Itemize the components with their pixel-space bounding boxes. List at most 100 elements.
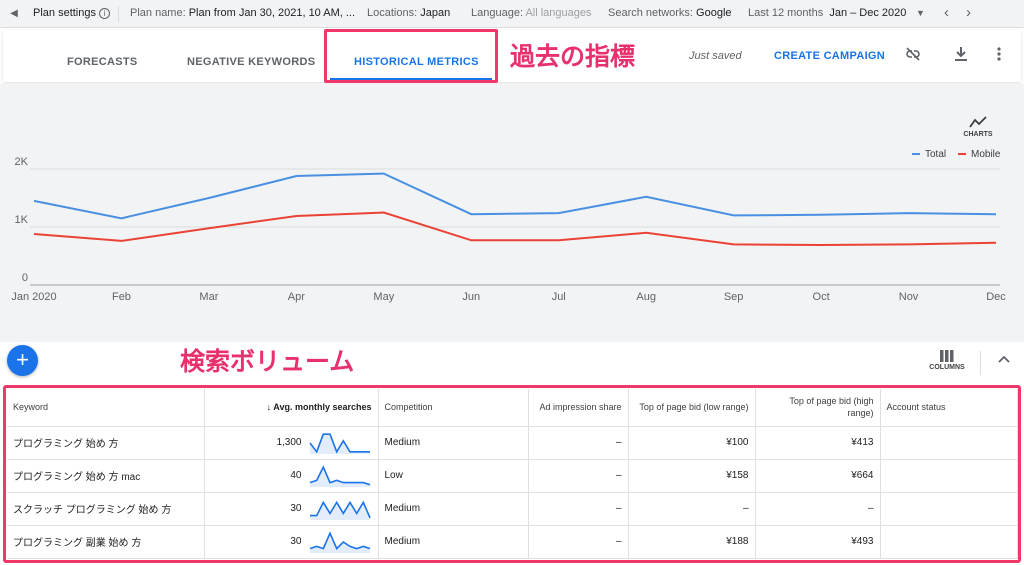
table-row[interactable]: プログラミング 副業 始め 方 30 Medium – ¥188 ¥493	[7, 525, 1018, 559]
add-keyword-button[interactable]: +	[7, 345, 38, 376]
table-row[interactable]: プログラミング 始め 方 mac 40 Low – ¥158 ¥664	[7, 459, 1018, 493]
plan-name-value: Plan from Jan 30, 2021, 10 AM, ...	[188, 7, 356, 19]
highlight-box-table: Keyword ↓ Avg. monthly searches Competit…	[3, 385, 1021, 563]
legend-item-mobile[interactable]: Mobile	[958, 149, 1000, 160]
avg-searches-header-label: Avg. monthly searches	[273, 402, 372, 413]
column-header-competition[interactable]: Competition	[378, 389, 529, 427]
period-value: Jan – Dec 2020	[829, 7, 907, 19]
locations-value: Japan	[420, 7, 451, 19]
plus-icon: +	[16, 347, 29, 372]
charts-button[interactable]: CHARTS	[962, 115, 994, 138]
avg-searches-value: 40	[290, 470, 302, 481]
column-header-avg-searches[interactable]: ↓ Avg. monthly searches	[204, 389, 379, 427]
table-header-row: Keyword ↓ Avg. monthly searches Competit…	[7, 389, 1018, 427]
networks-setting[interactable]: Search networks: Google	[608, 7, 732, 19]
tab-negative-keywords[interactable]: NEGATIVE KEYWORDS	[187, 56, 315, 68]
previous-period-icon[interactable]: ‹	[944, 4, 949, 21]
next-period-icon[interactable]: ›	[966, 4, 971, 21]
locations-setting[interactable]: Locations: Japan	[367, 7, 450, 19]
divider	[118, 6, 119, 22]
bid-high-cell: –	[755, 492, 881, 526]
networks-label: Search networks:	[608, 7, 693, 19]
y-tick-label: 2K	[15, 156, 29, 168]
bid-high-cell: ¥493	[755, 525, 881, 559]
column-header-bid-high[interactable]: Top of page bid (high range)	[755, 389, 881, 427]
x-tick-label: Nov	[899, 291, 919, 303]
account-status-cell	[880, 459, 1018, 493]
keyword-cell: プログラミング 副業 始め 方	[7, 525, 205, 559]
more-vert-icon[interactable]	[996, 45, 1002, 68]
x-tick-label: Mar	[199, 291, 218, 303]
x-tick-label: Feb	[112, 291, 131, 303]
annotation-search-volume: 検索ボリューム	[180, 348, 355, 376]
date-range-setting[interactable]: Last 12 months Jan – Dec 2020	[748, 7, 906, 19]
plan-name-label: Plan name:	[130, 7, 186, 19]
bid-low-cell: ¥100	[628, 426, 756, 460]
competition-cell: Medium	[378, 492, 529, 526]
account-status-cell	[880, 525, 1018, 559]
x-tick-label: Jun	[462, 291, 480, 303]
trend-sparkline[interactable]	[308, 496, 372, 522]
avg-searches-value: 30	[290, 536, 302, 547]
account-status-cell	[880, 492, 1018, 526]
networks-value: Google	[696, 7, 732, 19]
table-row[interactable]: プログラミング 始め 方 1,300 Medium – ¥100 ¥413	[7, 426, 1018, 460]
date-dropdown-icon[interactable]: ▼	[916, 8, 925, 18]
save-status: Just saved	[689, 50, 742, 62]
competition-cell: Low	[378, 459, 529, 493]
tab-forecasts[interactable]: FORECASTS	[67, 56, 138, 68]
column-header-bid-low[interactable]: Top of page bid (low range)	[628, 389, 756, 427]
keyword-cell: プログラミング 始め 方	[7, 426, 205, 460]
chart-panel: 0 1K 2K Jan 2020 Feb Mar Apr May Jun Jul Aug Sep Oct…	[0, 84, 1024, 342]
locations-label: Locations:	[367, 7, 418, 19]
trend-line-icon	[969, 116, 987, 128]
download-icon[interactable]	[953, 45, 969, 68]
impression-share-cell: –	[528, 459, 629, 493]
x-tick-label: Sep	[724, 291, 744, 303]
sparkline-area	[309, 532, 370, 553]
plan-settings-bar: ◀ Plan settings i Plan name: Plan from Ja…	[0, 0, 1024, 28]
trend-sparkline[interactable]	[308, 529, 372, 555]
column-header-impression-share[interactable]: Ad impression share	[528, 389, 629, 427]
language-value: All languages	[525, 7, 592, 19]
table-row[interactable]: スクラッチ プログラミング 始め 方 30 Medium – – –	[7, 492, 1018, 526]
series-line-total	[33, 172, 997, 220]
columns-label: COLUMNS	[929, 364, 965, 371]
x-tick-label: May	[373, 291, 394, 303]
legend-swatch-total	[912, 153, 920, 156]
impression-share-cell: –	[528, 492, 629, 526]
competition-cell: Medium	[378, 525, 529, 559]
plan-settings-button[interactable]: Plan settings i	[33, 7, 110, 19]
x-tick-label: Oct	[813, 291, 830, 303]
column-header-account-status[interactable]: Account status	[880, 389, 1018, 427]
trend-sparkline[interactable]	[308, 463, 372, 489]
info-icon[interactable]: i	[98, 8, 110, 19]
trend-sparkline[interactable]	[308, 430, 372, 456]
columns-button[interactable]: COLUMNS	[928, 350, 966, 371]
create-campaign-button[interactable]: CREATE CAMPAIGN	[774, 50, 885, 62]
sparkline-line	[309, 530, 370, 550]
legend-label-mobile: Mobile	[971, 149, 1001, 160]
search-volume-chart: 0 1K 2K Jan 2020 Feb Mar Apr May Jun Jul Aug Sep Oct…	[11, 156, 1006, 303]
charts-label: CHARTS	[963, 131, 993, 138]
x-tick-label: Apr	[288, 291, 305, 303]
plan-settings-label: Plan settings	[33, 7, 96, 19]
highlight-box-tab	[324, 29, 498, 83]
legend-item-total[interactable]: Total	[912, 149, 946, 160]
bid-low-cell: ¥158	[628, 459, 756, 493]
caret-left-icon[interactable]: ◀	[0, 0, 28, 28]
impression-share-cell: –	[528, 426, 629, 460]
competition-cell: Medium	[378, 426, 529, 460]
link-off-icon[interactable]	[904, 45, 922, 68]
language-setting[interactable]: Language: All languages	[471, 7, 592, 19]
bid-low-cell: ¥188	[628, 525, 756, 559]
plan-name-setting[interactable]: Plan name: Plan from Jan 30, 2021, 10 AM…	[130, 7, 355, 19]
keyword-cell: スクラッチ プログラミング 始め 方	[7, 492, 205, 526]
avg-searches-value: 1,300	[276, 437, 302, 448]
period-label: Last 12 months	[748, 7, 824, 19]
chevron-up-icon[interactable]	[998, 352, 1010, 367]
avg-searches-cell: 30	[204, 492, 379, 526]
x-tick-label: Jul	[552, 291, 566, 303]
bid-high-cell: ¥413	[755, 426, 881, 460]
column-header-keyword[interactable]: Keyword	[7, 389, 205, 427]
